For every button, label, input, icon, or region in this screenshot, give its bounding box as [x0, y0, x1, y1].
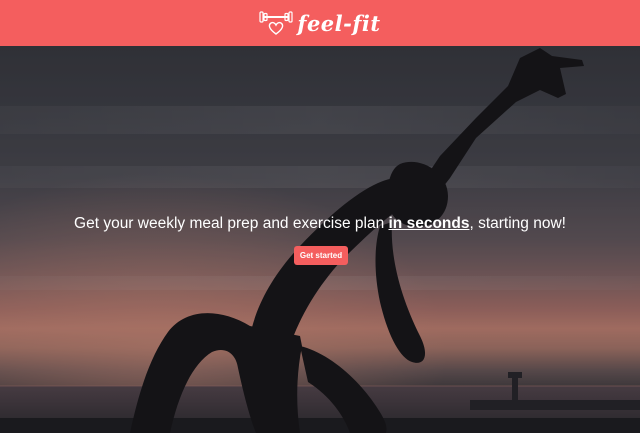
site-header: feel-fit: [0, 0, 640, 46]
get-started-button[interactable]: Get started: [294, 246, 348, 265]
tagline-text-start: Get your weekly meal prep and exercise p…: [74, 215, 389, 232]
brand-name: feel-fit: [297, 10, 381, 36]
tagline-emphasis: in seconds: [388, 215, 470, 232]
brand-logo[interactable]: feel-fit: [259, 10, 380, 36]
hero-overlay: [0, 46, 640, 433]
hero-tagline: Get your weekly meal prep and exercise p…: [0, 214, 640, 234]
dumbbell-heart-icon: [259, 11, 294, 35]
tagline-text-end: , starting now!: [469, 215, 566, 232]
hero-section: [0, 46, 640, 433]
